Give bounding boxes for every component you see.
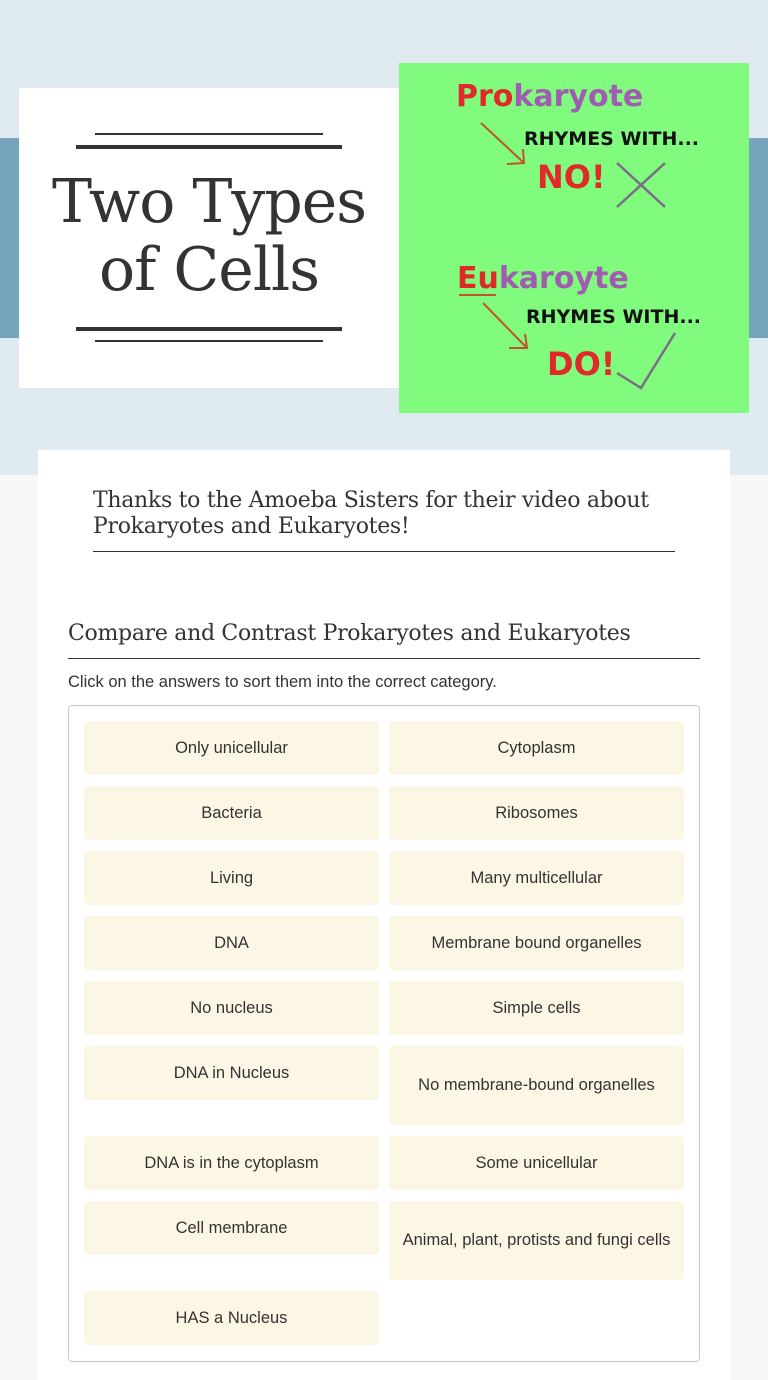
answer-chip[interactable]: Cell membrane: [84, 1201, 379, 1255]
page-title-line1: Two Types: [51, 167, 367, 237]
prokaryote-rhyme: RHYMES WITH...: [524, 128, 699, 150]
answer-chip[interactable]: No membrane-bound organelles: [389, 1046, 684, 1125]
arrow-icon: [480, 122, 525, 164]
instructions: Click on the answers to sort them into t…: [68, 673, 497, 691]
title-rule-top-thin: [95, 133, 323, 135]
eukaryote-rhyme: RHYMES WITH...: [526, 306, 701, 328]
arrow-icon: [482, 302, 528, 349]
answer-chip[interactable]: HAS a Nucleus: [84, 1291, 379, 1345]
answer-chip[interactable]: Simple cells: [389, 981, 684, 1035]
answer-chip[interactable]: Only unicellular: [84, 721, 379, 775]
answer-chip[interactable]: Membrane bound organelles: [389, 916, 684, 970]
check-icon: [616, 332, 677, 390]
answer-chip[interactable]: Living: [84, 851, 379, 905]
page-title: Two Types of Cells: [19, 168, 399, 304]
title-rule-top-thick: [76, 145, 342, 149]
answer-chip[interactable]: Bacteria: [84, 786, 379, 840]
cross-icon: [616, 162, 666, 208]
answer-chip[interactable]: Ribosomes: [389, 786, 684, 840]
answer-chip[interactable]: Cytoplasm: [389, 721, 684, 775]
answer-chip[interactable]: Animal, plant, protists and fungi cells: [389, 1201, 684, 1280]
page-title-line2: of Cells: [99, 235, 320, 305]
section-title: Compare and Contrast Prokaryotes and Euk…: [68, 621, 631, 646]
eukaryote-answer: DO!: [547, 345, 615, 383]
hero-image: Prokaryote RHYMES WITH... NO! Eukaroyte …: [399, 63, 749, 413]
answer-chip[interactable]: DNA in Nucleus: [84, 1046, 379, 1100]
answer-chip[interactable]: No nucleus: [84, 981, 379, 1035]
intro-text: Thanks to the Amoeba Sisters for their v…: [93, 488, 649, 539]
answer-chip[interactable]: Some unicellular: [389, 1136, 684, 1190]
eukaryote-word: Eukaroyte: [457, 261, 629, 296]
intro-divider: [93, 551, 675, 552]
answer-chip[interactable]: Many multicellular: [389, 851, 684, 905]
prokaryote-word: Prokaryote: [456, 79, 643, 114]
title-rule-bottom-thick: [76, 327, 342, 331]
prokaryote-answer: NO!: [537, 158, 606, 196]
section-divider: [68, 658, 700, 659]
answer-chip[interactable]: DNA is in the cytoplasm: [84, 1136, 379, 1190]
title-rule-bottom-thin: [95, 340, 323, 342]
answer-chip[interactable]: DNA: [84, 916, 379, 970]
